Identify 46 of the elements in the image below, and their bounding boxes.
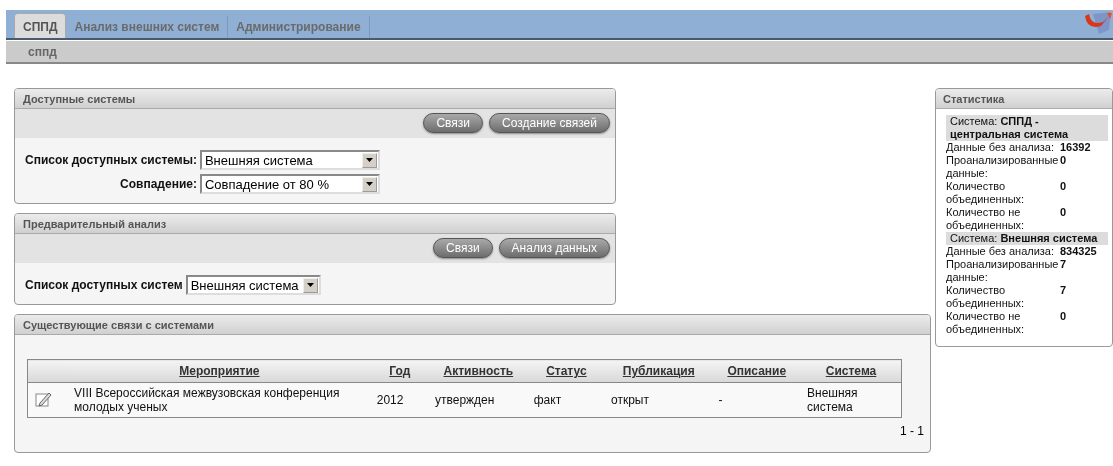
table-cell: - bbox=[718, 393, 723, 407]
stat-value: 0 bbox=[1060, 310, 1067, 322]
logo-icon bbox=[1083, 10, 1113, 36]
stat-label: Проанализированные данные: bbox=[946, 154, 1060, 180]
table-cell: факт bbox=[533, 393, 562, 407]
stat-label: Количество не объединенных: bbox=[946, 310, 1026, 336]
column-header[interactable]: Мероприятие bbox=[179, 364, 260, 378]
stat-value: 0 bbox=[1060, 180, 1067, 192]
field-label: Список доступных системы: bbox=[25, 153, 197, 167]
dropdown[interactable]: Внешняя система bbox=[185, 275, 321, 295]
panel-title: Статистика bbox=[943, 92, 1005, 105]
panel-title: Предварительный анализ bbox=[23, 217, 167, 230]
caret-icon bbox=[361, 176, 377, 192]
pagination-info: 1 - 1 bbox=[900, 424, 924, 438]
action-button[interactable]: Создание связей bbox=[489, 113, 610, 133]
panel-title: Доступные системы bbox=[23, 92, 136, 105]
stat-label: Количество объединенных: bbox=[946, 180, 1026, 206]
panel-title: Существующие связи с системами bbox=[23, 318, 215, 331]
section-heading: Система: СППД - центральная система bbox=[946, 115, 1108, 141]
action-button[interactable]: Анализ данных bbox=[498, 238, 610, 258]
section-heading: Система: Внешняя система bbox=[946, 232, 1108, 245]
table-cell: Внешняя система bbox=[807, 386, 858, 414]
table-cell: утвержден bbox=[435, 393, 495, 407]
dropdown[interactable]: Совпадение от 80 % bbox=[199, 174, 380, 194]
stat-value: 834325 bbox=[1060, 245, 1097, 257]
dropdown[interactable]: Внешняя система bbox=[199, 150, 380, 170]
caret-icon bbox=[302, 277, 318, 293]
nav-tab[interactable]: СППД bbox=[14, 13, 67, 38]
stat-label: Данные без анализа: bbox=[946, 245, 1056, 258]
field-label: Список доступных систем bbox=[25, 278, 183, 292]
table-cell: открыт bbox=[611, 393, 649, 407]
stat-value: 16392 bbox=[1060, 141, 1091, 153]
stat-value: 0 bbox=[1060, 206, 1067, 218]
stat-label: Количество объединенных: bbox=[946, 284, 1026, 310]
stat-label: Количество не объединенных: bbox=[946, 206, 1026, 232]
caret-icon bbox=[361, 152, 377, 168]
field-label: Совпадение: bbox=[119, 177, 197, 191]
stat-label: Проанализированные данные: bbox=[946, 258, 1060, 284]
table-cell: 2012 bbox=[376, 393, 404, 407]
stat-value: 7 bbox=[1060, 258, 1067, 270]
stat-value: 7 bbox=[1060, 284, 1067, 296]
action-button[interactable]: Связи bbox=[423, 113, 484, 133]
stat-label: Данные без анализа: bbox=[946, 141, 1056, 154]
table-cell: VIII Всероссийская межвузовская конференция молодых ученых bbox=[74, 386, 340, 414]
breadcrumb[interactable]: сппд bbox=[28, 44, 57, 59]
stat-value: 0 bbox=[1060, 154, 1067, 166]
